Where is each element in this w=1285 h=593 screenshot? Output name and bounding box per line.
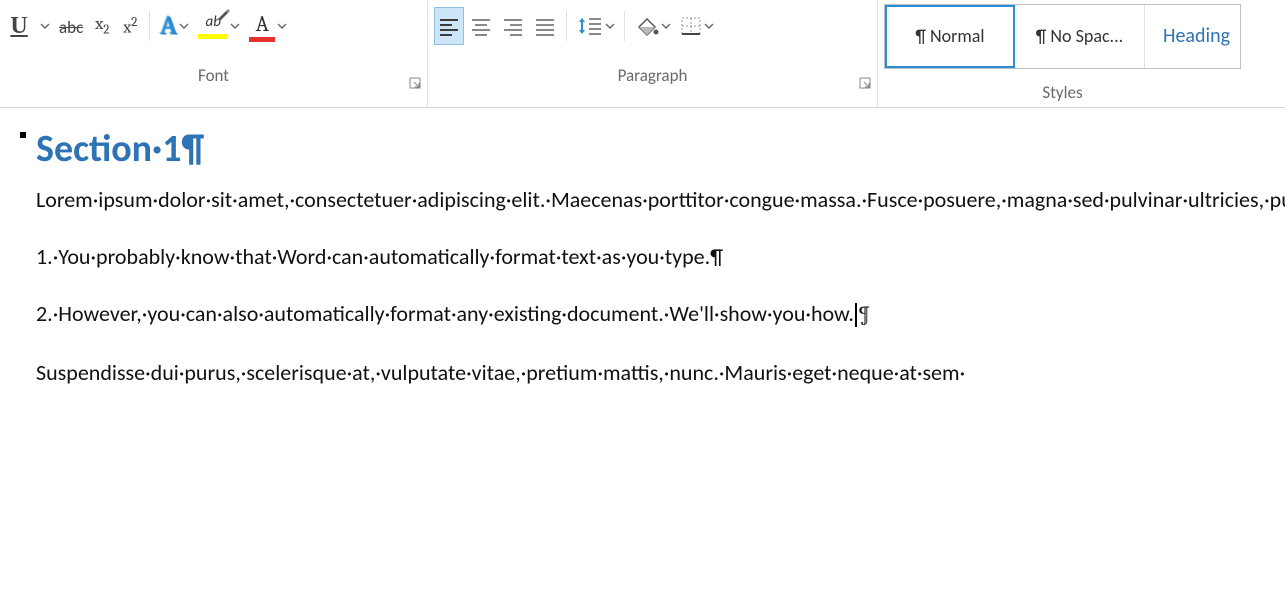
body-paragraph[interactable]: 1.·You·probably·know·that·Word·can·autom… <box>36 239 1255 274</box>
ribbon-group-font: U abc x2 x2 A <box>0 0 428 107</box>
paragraph-text: Lorem·ipsum·dolor·sit·amet,·consectetuer… <box>36 186 1285 213</box>
chevron-down-icon <box>705 24 713 29</box>
strikethrough-icon: abc <box>59 17 83 38</box>
group-label: Font <box>198 65 229 86</box>
paint-bucket-icon <box>635 15 659 37</box>
paragraph-text: 2.·However,·you·can·also·automatically·f… <box>36 300 854 327</box>
body-paragraph[interactable]: Lorem·ipsum·dolor·sit·amet,·consectetuer… <box>36 182 1255 217</box>
anchor-mark-icon <box>20 132 26 138</box>
body-paragraph[interactable]: 2.·However,·you·can·also·automatically·f… <box>36 296 1255 332</box>
underline-button[interactable]: U <box>6 7 32 45</box>
font-color-icon: A <box>249 11 275 42</box>
subscript-button[interactable]: x2 <box>89 7 115 45</box>
align-right-icon <box>502 17 524 35</box>
styles-gallery[interactable]: ¶ Normal ¶ No Spac... Heading <box>884 4 1241 69</box>
highlight-icon: ab <box>198 13 228 39</box>
ribbon-group-paragraph: Paragraph <box>428 0 878 107</box>
paragraph-text: 1.·You·probably·know·that·Word·can·autom… <box>36 243 723 270</box>
highlight-button[interactable]: ab <box>194 7 243 45</box>
paragraph-mark: ¶ <box>858 301 871 327</box>
text-cursor <box>855 303 857 327</box>
ribbon: U abc x2 x2 A <box>0 0 1285 108</box>
underline-icon: U <box>10 13 27 40</box>
heading-text: Section·1¶ <box>36 126 204 172</box>
underline-dropdown[interactable] <box>34 7 53 45</box>
ribbon-group-styles: ¶ Normal ¶ No Spac... Heading Styles <box>878 0 1247 107</box>
chevron-down-icon <box>180 24 188 29</box>
align-left-icon <box>438 17 460 35</box>
align-right-button[interactable] <box>498 7 528 45</box>
chevron-down-icon <box>278 24 286 29</box>
subscript-icon: x2 <box>95 15 109 37</box>
strikethrough-button[interactable]: abc <box>55 7 87 45</box>
document-body[interactable]: Section·1¶ Lorem·ipsum·dolor·sit·amet,·c… <box>0 108 1285 390</box>
separator <box>149 11 150 41</box>
superscript-button[interactable]: x2 <box>117 7 143 45</box>
group-label: Paragraph <box>618 65 688 86</box>
shading-button[interactable] <box>631 7 674 45</box>
separator <box>566 11 567 41</box>
align-center-button[interactable] <box>466 7 496 45</box>
line-spacing-button[interactable] <box>573 7 618 45</box>
dialog-launcher-icon[interactable] <box>409 74 423 88</box>
justify-icon <box>534 17 556 35</box>
justify-button[interactable] <box>530 7 560 45</box>
style-no-spacing[interactable]: ¶ No Spac... <box>1015 5 1145 68</box>
text-effects-button[interactable]: A <box>156 7 192 45</box>
borders-icon <box>680 16 702 36</box>
line-spacing-icon <box>577 15 603 37</box>
chevron-down-icon <box>231 24 239 29</box>
align-left-button[interactable] <box>434 7 464 45</box>
heading-1[interactable]: Section·1¶ <box>36 126 1255 172</box>
borders-button[interactable] <box>676 7 717 45</box>
paragraph-text: Suspendisse·dui·purus,·scelerisque·at,·v… <box>36 359 965 386</box>
style-label: ¶ No Spac... <box>1036 25 1123 47</box>
body-paragraph[interactable]: Suspendisse·dui·purus,·scelerisque·at,·v… <box>36 355 1255 390</box>
separator <box>624 11 625 41</box>
style-label: Heading <box>1163 24 1230 48</box>
chevron-down-icon <box>662 24 670 29</box>
chevron-down-icon <box>41 24 49 29</box>
font-color-button[interactable]: A <box>245 7 290 45</box>
style-heading1[interactable]: Heading <box>1145 5 1240 68</box>
dialog-launcher-icon[interactable] <box>859 74 873 88</box>
align-center-icon <box>470 17 492 35</box>
chevron-down-icon <box>606 24 614 29</box>
superscript-icon: x2 <box>123 15 137 38</box>
text-effects-icon: A <box>160 11 177 41</box>
style-label: ¶ Normal <box>915 25 984 47</box>
group-label: Styles <box>1042 82 1082 103</box>
style-normal[interactable]: ¶ Normal <box>885 5 1015 68</box>
